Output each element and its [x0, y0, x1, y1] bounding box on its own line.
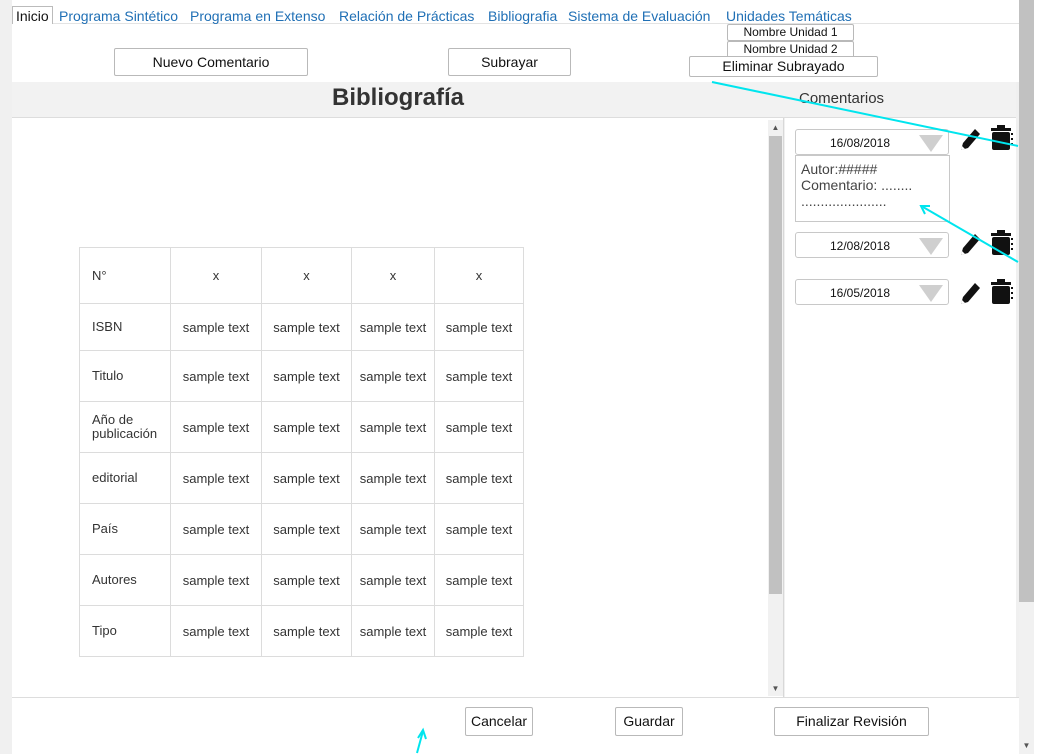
pencil-icon[interactable] [958, 126, 982, 152]
comment-author: Autor:##### [801, 161, 878, 177]
table-row: editorial sample text sample text sample… [79, 452, 524, 504]
table-cell[interactable]: sample text [170, 554, 262, 606]
comment-date: 16/05/2018 [829, 286, 891, 300]
table-row: Tipo sample text sample text sample text… [79, 605, 524, 657]
cancel-button[interactable]: Cancelar [465, 707, 533, 736]
row-label: País [79, 503, 171, 555]
bibliography-table: N° x x x x ISBN sample text sample text … [79, 247, 524, 657]
nav-link-inicio[interactable]: Inicio [12, 6, 53, 25]
table-row: País sample text sample text sample text… [79, 503, 524, 555]
page-scroll-down-arrow[interactable]: ▼ [1019, 741, 1034, 750]
table-cell[interactable]: sample text [434, 503, 524, 555]
page-title: Bibliografía [332, 84, 465, 111]
comment-date-dropdown[interactable]: 16/05/2018 [795, 279, 949, 305]
table-cell[interactable]: sample text [351, 401, 435, 453]
top-navigation: Inicio Programa Sintético Programa en Ex… [12, 0, 1019, 25]
table-cell[interactable]: sample text [434, 303, 524, 351]
table-header-cell: N° [79, 247, 171, 304]
table-cell[interactable]: sample text [351, 554, 435, 606]
window-edge [1034, 0, 1041, 754]
table-cell[interactable]: sample text [434, 554, 524, 606]
unit-1-dropdown-item[interactable]: Nombre Unidad 1 [727, 24, 854, 41]
table-cell[interactable]: sample text [434, 605, 524, 657]
table-row: Titulo sample text sample text sample te… [79, 350, 524, 402]
title-bar: Bibliografía Comentarios [12, 82, 1016, 118]
table-cell[interactable]: sample text [351, 605, 435, 657]
table-header-cell: x [351, 247, 435, 304]
table-cell[interactable]: sample text [434, 452, 524, 504]
dropdown-arrow-icon[interactable] [919, 238, 943, 255]
table-cell[interactable]: sample text [261, 350, 352, 402]
pencil-icon[interactable] [958, 231, 982, 257]
save-button[interactable]: Guardar [615, 707, 683, 736]
nav-link-programa-extenso[interactable]: Programa en Extenso [190, 8, 325, 24]
table-header-cell: x [170, 247, 262, 304]
table-header-cell: x [261, 247, 352, 304]
nav-link-sistema-evaluacion[interactable]: Sistema de Evaluación [568, 8, 710, 24]
page-scrollbar-thumb[interactable] [1019, 0, 1034, 602]
table-cell[interactable]: sample text [261, 605, 352, 657]
trash-icon[interactable] [989, 125, 1013, 151]
table-cell[interactable]: sample text [170, 452, 262, 504]
comment-date: 12/08/2018 [829, 239, 891, 253]
table-row: ISBN sample text sample text sample text… [79, 303, 524, 351]
scroll-up-arrow[interactable]: ▲ [768, 123, 783, 132]
table-cell[interactable]: sample text [434, 401, 524, 453]
underline-button[interactable]: Subrayar [448, 48, 571, 76]
dropdown-arrow-icon[interactable] [919, 285, 943, 302]
comment-date-dropdown[interactable]: 16/08/2018 [795, 129, 949, 155]
nav-link-bibliografia[interactable]: Bibliografia [488, 8, 557, 24]
new-comment-button[interactable]: Nuevo Comentario [114, 48, 308, 76]
trash-icon[interactable] [989, 230, 1013, 256]
table-cell[interactable]: sample text [434, 350, 524, 402]
row-label: Titulo [79, 350, 171, 402]
table-cell[interactable]: sample text [170, 303, 262, 351]
finish-review-button[interactable]: Finalizar Revisión [774, 707, 929, 736]
row-label: editorial [79, 452, 171, 504]
table-cell[interactable]: sample text [170, 401, 262, 453]
dropdown-arrow-icon[interactable] [919, 135, 943, 152]
comment-continuation: ...................... [801, 193, 887, 209]
trash-icon[interactable] [989, 279, 1013, 305]
table-cell[interactable]: sample text [351, 503, 435, 555]
table-row: Año de publicación sample text sample te… [79, 401, 524, 453]
remove-underline-button[interactable]: Eliminar Subrayado [689, 56, 878, 77]
comments-title: Comentarios [799, 90, 885, 107]
table-cell[interactable]: sample text [170, 605, 262, 657]
table-header-row: N° x x x x [79, 247, 524, 304]
row-label: ISBN [79, 303, 171, 351]
table-cell[interactable]: sample text [261, 401, 352, 453]
row-label: Autores [79, 554, 171, 606]
table-cell[interactable]: sample text [170, 350, 262, 402]
table-cell[interactable]: sample text [170, 503, 262, 555]
table-cell[interactable]: sample text [351, 452, 435, 504]
table-cell[interactable]: sample text [261, 303, 352, 351]
table-cell[interactable]: sample text [351, 350, 435, 402]
scroll-down-arrow[interactable]: ▼ [768, 684, 783, 693]
comment-date: 16/08/2018 [829, 136, 891, 150]
row-label: Año de publicación [79, 401, 171, 453]
nav-link-programa-sintetico[interactable]: Programa Sintético [59, 8, 178, 24]
table-cell[interactable]: sample text [261, 503, 352, 555]
nav-link-relacion-practicas[interactable]: Relación de Prácticas [339, 8, 474, 24]
pencil-icon[interactable] [958, 280, 982, 306]
table-row: Autores sample text sample text sample t… [79, 554, 524, 606]
table-cell[interactable]: sample text [261, 452, 352, 504]
comment-text: Comentario: ........ [801, 177, 913, 193]
row-label: Tipo [79, 605, 171, 657]
table-cell[interactable]: sample text [351, 303, 435, 351]
comment-body[interactable]: Autor:##### Comentario: ........ .......… [795, 155, 950, 222]
table-header-cell: x [434, 247, 524, 304]
nav-link-unidades-tematicas[interactable]: Unidades Temáticas [726, 8, 852, 24]
comment-date-dropdown[interactable]: 12/08/2018 [795, 232, 949, 258]
document-scrollbar-thumb[interactable] [769, 136, 782, 594]
table-cell[interactable]: sample text [261, 554, 352, 606]
